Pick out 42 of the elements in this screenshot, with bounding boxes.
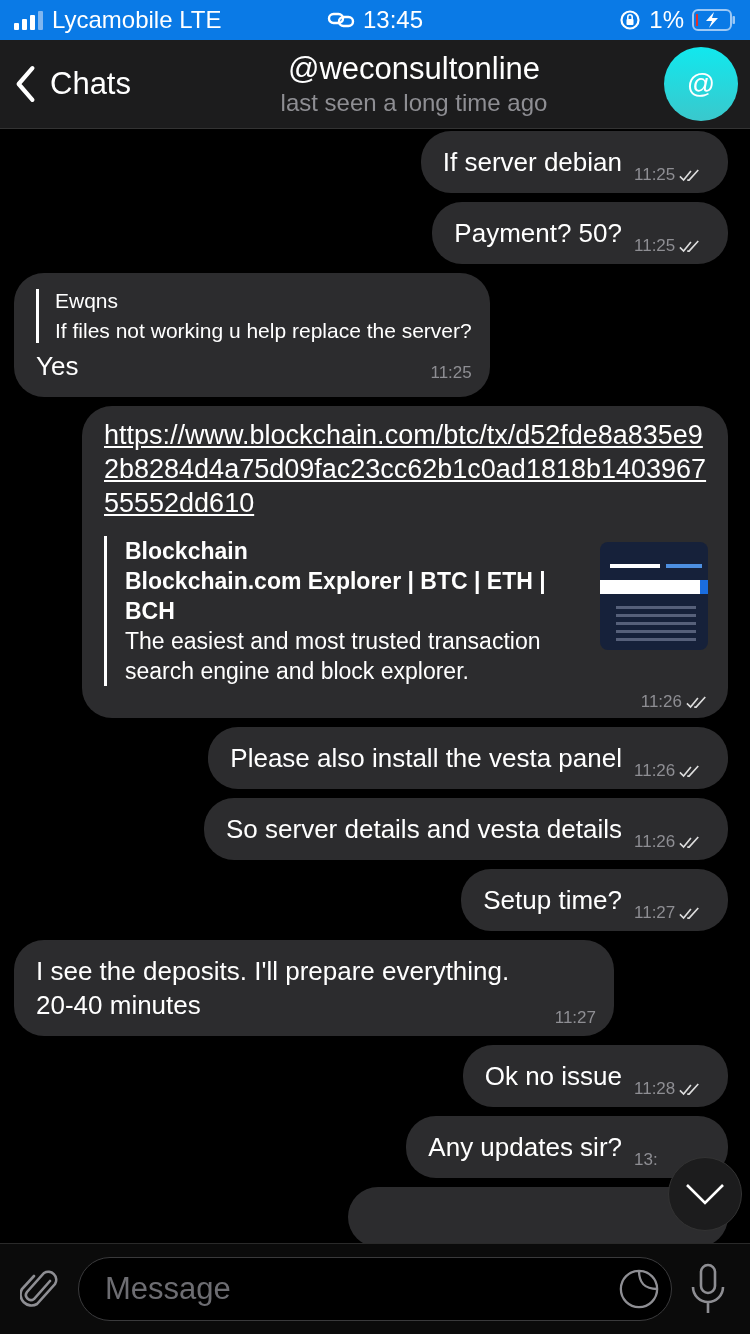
reply-quote[interactable]: Ewqns If files not working u help replace the server? (36, 289, 472, 343)
preview-title: Blockchain.com Explorer | BTC | ETH | BCH (125, 567, 547, 626)
message-time: 11:26 (640, 692, 682, 712)
message-time: 11:25 (634, 165, 676, 185)
preview-site: Blockchain (125, 537, 249, 566)
message-text: Please also install the vesta panel (230, 742, 622, 775)
message-time: 11:26 (634, 832, 676, 852)
chat-title: @weconsultonline (287, 51, 541, 87)
microphone-icon[interactable] (690, 1263, 726, 1315)
reply-text: If files not working u help replace the server? (55, 319, 472, 343)
reply-author: Ewqns (55, 289, 120, 313)
clock-label: 13:45 (362, 6, 424, 34)
message-text: Payment? 50? (454, 217, 622, 250)
battery-label: 1% (649, 6, 684, 34)
sticker-icon[interactable] (618, 1268, 660, 1310)
message-time: 11:26 (634, 761, 676, 781)
message-text: Setup time? (483, 884, 622, 917)
battery-icon (692, 9, 736, 31)
chevron-left-icon (14, 65, 36, 103)
message-time: 11:27 (634, 903, 676, 923)
link-preview[interactable]: Blockchain Blockchain.com Explorer | BTC | ETH | BCH The easiest and most trusted transaction search engine and block explorer. (104, 536, 708, 686)
carrier-label: Lycamobile LTE (52, 6, 222, 34)
message-text: So server details and vesta details (226, 813, 622, 846)
message-text: Any updates sir? (428, 1131, 622, 1164)
last-seen-label: last seen a long time ago (280, 89, 548, 117)
message-time: 11:27 (554, 1008, 596, 1028)
rotation-lock-icon (619, 9, 642, 31)
back-button[interactable]: Chats (14, 65, 214, 103)
signal-icon (14, 10, 44, 30)
message-time: 11:25 (430, 363, 472, 383)
message-time: 13: (634, 1150, 658, 1170)
message-text: Ok no issue (484, 1060, 622, 1093)
message-link[interactable]: https://www.blockchain.com/btc/tx/d52fde8a835e92b8284d4a75d09fac23cc62b1c0ad1818b140396755552dd610 (104, 418, 708, 520)
message-field[interactable]: Message (78, 1257, 672, 1321)
message-time: 11:25 (634, 236, 676, 256)
message-text: I see the deposits. I'll prepare everything. 20-40 minutes (36, 955, 511, 1022)
chevron-down-icon (685, 1182, 725, 1206)
message-text: If server debian (442, 146, 622, 179)
message-time: 11:28 (634, 1079, 676, 1099)
message-text: Yes (36, 350, 79, 383)
preview-description: The easiest and most trusted transaction search engine and block explorer. (125, 627, 542, 686)
link-icon (326, 11, 355, 29)
